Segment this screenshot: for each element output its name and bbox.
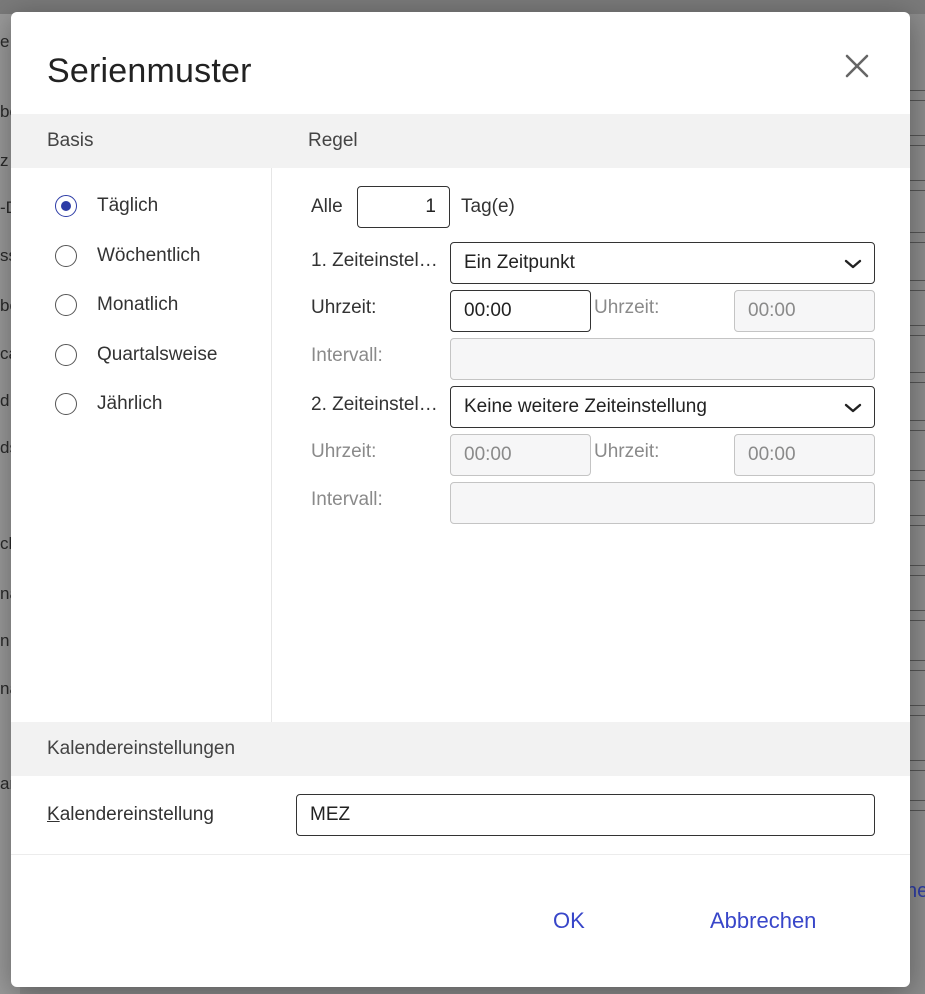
time2-uhrzeit2-label: Uhrzeit: [594, 441, 660, 462]
basis-options: Täglich Wöchentlich Monatlich Quartalswe… [11, 168, 272, 722]
time2-uhrzeit-label: Uhrzeit: [311, 441, 377, 462]
footer-divider [11, 854, 910, 855]
calendar-header-band: Kalendereinstellungen [11, 722, 910, 776]
bg-fragment: d [0, 391, 10, 410]
radio-unchecked-icon [55, 393, 77, 415]
regel-header: Regel [308, 130, 358, 151]
radio-unchecked-icon [55, 344, 77, 366]
chevron-down-icon [844, 403, 862, 413]
time2-uhrzeit2-input[interactable]: 00:00 [734, 434, 875, 476]
radio-unchecked-icon [55, 294, 77, 316]
time1-uhrzeit-input[interactable]: 00:00 [450, 290, 591, 332]
calendar-label-rest: alendereinstellung [59, 804, 214, 825]
radio-monatlich[interactable]: Monatlich [55, 290, 178, 320]
radio-label: Jährlich [97, 393, 163, 414]
close-icon [845, 54, 869, 78]
bg-fragment: n [0, 631, 10, 650]
cancel-button[interactable]: Abbrechen [710, 908, 816, 934]
calendar-input[interactable]: MEZ [296, 794, 875, 836]
bg-fragment: z [0, 151, 9, 170]
radio-unchecked-icon [55, 245, 77, 267]
radio-woechentlich[interactable]: Wöchentlich [55, 241, 201, 271]
alle-label: Alle [311, 196, 343, 217]
time1-intervall-label: Intervall: [311, 345, 383, 366]
close-button[interactable] [839, 48, 875, 84]
dialog-title: Serienmuster [47, 52, 252, 90]
time1-uhrzeit2-label: Uhrzeit: [594, 297, 660, 318]
calendar-label: Kalendereinstellung [47, 804, 214, 826]
radio-taeglich[interactable]: Täglich [55, 191, 158, 221]
time1-label: 1. Zeiteinstel… [311, 250, 438, 271]
time2-uhrzeit-input[interactable]: 00:00 [450, 434, 591, 476]
time1-intervall-input[interactable] [450, 338, 875, 380]
ok-button[interactable]: OK [553, 908, 585, 934]
time1-select-value: Ein Zeitpunkt [464, 252, 575, 273]
bg-fragment: e [0, 32, 10, 51]
time2-intervall-input[interactable] [450, 482, 875, 524]
time2-select[interactable]: Keine weitere Zeiteinstellung [450, 386, 875, 428]
unit-label: Tag(e) [461, 196, 515, 217]
time2-label: 2. Zeiteinstel… [311, 394, 438, 415]
radio-checked-icon [55, 195, 77, 217]
time2-select-value: Keine weitere Zeiteinstellung [464, 396, 707, 417]
radio-label: Täglich [97, 195, 159, 216]
radio-label: Quartalsweise [97, 344, 218, 365]
time1-uhrzeit2-input[interactable]: 00:00 [734, 290, 875, 332]
radio-label: Monatlich [97, 294, 179, 315]
radio-jaehrlich[interactable]: Jährlich [55, 389, 162, 419]
time1-select[interactable]: Ein Zeitpunkt [450, 242, 875, 284]
radio-quartalsweise[interactable]: Quartalsweise [55, 340, 217, 370]
time1-uhrzeit-label: Uhrzeit: [311, 297, 377, 318]
calendar-label-accesskey: K [47, 804, 60, 825]
alle-input[interactable]: 1 [357, 186, 450, 228]
time2-intervall-label: Intervall: [311, 489, 383, 510]
radio-label: Wöchentlich [97, 245, 201, 266]
basis-header: Basis [47, 130, 94, 151]
calendar-header: Kalendereinstellungen [47, 738, 236, 759]
basis-regel-header: Basis Regel [11, 114, 910, 168]
chevron-down-icon [844, 259, 862, 269]
serienmuster-dialog: Serienmuster Basis Regel Täglich Wöchent… [11, 12, 910, 987]
